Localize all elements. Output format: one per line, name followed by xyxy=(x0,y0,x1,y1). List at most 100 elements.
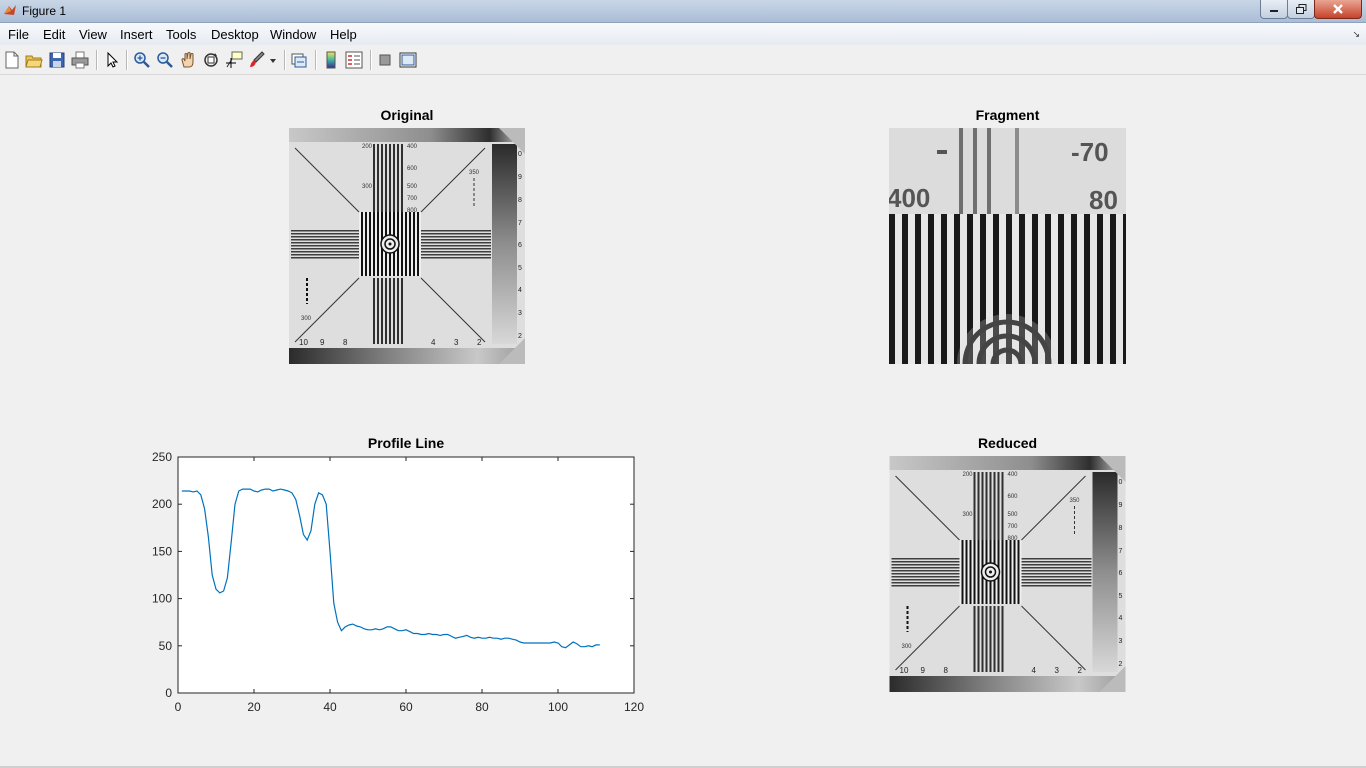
x-tick-label: 20 xyxy=(247,700,261,714)
original-scale-2: 2 xyxy=(477,338,482,347)
reduced-scale-9: 9 xyxy=(921,666,926,675)
reduced-side-0: 0 xyxy=(1119,479,1123,486)
restore-icon xyxy=(1295,4,1306,14)
open-file-icon[interactable] xyxy=(25,51,43,69)
print-icon[interactable] xyxy=(71,51,89,69)
original-side-2: 2 xyxy=(518,333,522,340)
close-button[interactable] xyxy=(1314,0,1362,19)
menu-help[interactable]: Help xyxy=(330,27,357,42)
original-label-200: 200 xyxy=(362,144,373,150)
reduced-label-200: 200 xyxy=(963,472,974,478)
original-side-9: 9 xyxy=(518,174,522,181)
original-label-300-bottom: 300 xyxy=(301,316,312,322)
reduced-side-6: 6 xyxy=(1119,570,1123,577)
fragment-label-70: -70 xyxy=(1071,137,1109,167)
brush-dropdown-icon[interactable] xyxy=(268,51,278,69)
x-tick-label: 120 xyxy=(624,700,644,714)
original-label-800: 800 xyxy=(407,208,418,214)
original-scale-4: 4 xyxy=(431,338,436,347)
hide-plot-tools-icon[interactable] xyxy=(376,51,394,69)
new-figure-icon[interactable] xyxy=(3,51,21,69)
pan-hand-icon[interactable] xyxy=(179,51,197,69)
original-label-350: 350 xyxy=(469,170,480,176)
menu-edit[interactable]: Edit xyxy=(43,27,65,42)
menu-tools[interactable]: Tools xyxy=(166,27,196,42)
reduced-label-500: 500 xyxy=(1008,512,1019,518)
window-title: Figure 1 xyxy=(22,4,67,18)
x-tick-label: 40 xyxy=(323,700,337,714)
y-tick-label: 200 xyxy=(152,497,172,511)
original-label-600: 600 xyxy=(407,166,418,172)
menu-window[interactable]: Window xyxy=(270,27,316,42)
colorbar-icon[interactable] xyxy=(322,51,340,69)
original-side-4: 4 xyxy=(518,287,522,294)
original-side-7: 7 xyxy=(518,220,522,227)
reduced-scale-4: 4 xyxy=(1032,666,1037,675)
reduced-side-9: 9 xyxy=(1119,502,1123,509)
reduced-title: Reduced xyxy=(977,435,1038,451)
reduced-label-800: 800 xyxy=(1008,536,1019,542)
fragment-image[interactable]: 400 -70 80 xyxy=(889,128,1126,364)
original-label-700: 700 xyxy=(407,196,418,202)
figure-toolbar xyxy=(0,46,1366,75)
reduced-label-600: 600 xyxy=(1008,494,1019,500)
reduced-label-400: 400 xyxy=(1008,472,1019,478)
zoom-in-icon[interactable] xyxy=(133,51,151,69)
y-tick-label: 50 xyxy=(159,639,173,653)
maximize-button[interactable] xyxy=(1287,0,1315,19)
reduced-side-5: 5 xyxy=(1119,593,1123,600)
original-label-500: 500 xyxy=(407,184,418,190)
reduced-side-8: 8 xyxy=(1119,525,1123,532)
reduced-side-3: 3 xyxy=(1119,638,1123,645)
reduced-image[interactable]: 200 400 600 500 700 800 300 350 300 10 9… xyxy=(889,456,1126,692)
reduced-scale-8: 8 xyxy=(944,666,949,675)
menu-desktop[interactable]: Desktop xyxy=(211,27,259,42)
y-tick-label: 100 xyxy=(152,592,172,606)
reduced-side-2: 2 xyxy=(1119,661,1123,668)
y-tick-label: 0 xyxy=(165,686,172,700)
x-tick-label: 80 xyxy=(475,700,489,714)
reduced-scale-3: 3 xyxy=(1055,666,1060,675)
profile-line-chart[interactable]: 0 20 40 60 80 100 120 0 50 100 150 200 250 xyxy=(140,447,660,722)
x-tick-label: 60 xyxy=(399,700,413,714)
reduced-side-4: 4 xyxy=(1119,615,1123,622)
x-tick-label: 0 xyxy=(175,700,182,714)
reduced-label-700: 700 xyxy=(1008,524,1019,530)
original-side-5: 5 xyxy=(518,265,522,272)
original-side-0: 0 xyxy=(518,151,522,158)
fragment-label-400: 400 xyxy=(889,183,930,213)
reduced-label-300: 300 xyxy=(963,512,974,518)
reduced-scale-2: 2 xyxy=(1078,666,1083,675)
dock-figure-icon[interactable]: ↘ xyxy=(1352,29,1360,40)
window-title-bar[interactable]: Figure 1 xyxy=(0,0,1366,23)
plot-area[interactable] xyxy=(177,456,635,694)
x-tick-label: 100 xyxy=(548,700,568,714)
original-scale-8: 8 xyxy=(343,338,348,347)
menu-insert[interactable]: Insert xyxy=(120,27,153,42)
legend-icon[interactable] xyxy=(345,51,363,69)
rotate-3d-icon[interactable] xyxy=(202,51,220,69)
reduced-scale-10: 10 xyxy=(900,666,909,675)
original-scale-10: 10 xyxy=(299,338,308,347)
original-side-8: 8 xyxy=(518,197,522,204)
link-plot-icon[interactable] xyxy=(290,51,308,69)
close-icon xyxy=(1333,4,1343,14)
original-image[interactable]: 200 400 600 500 700 800 300 350 300 10 9… xyxy=(289,128,525,364)
original-side-3: 3 xyxy=(518,310,522,317)
menu-view[interactable]: View xyxy=(79,27,107,42)
y-tick-label: 250 xyxy=(152,450,172,464)
y-tick-label: 150 xyxy=(152,544,172,558)
original-side-6: 6 xyxy=(518,242,522,249)
data-cursor-icon[interactable] xyxy=(225,51,243,69)
original-label-400: 400 xyxy=(407,144,418,150)
brush-icon[interactable] xyxy=(248,51,266,69)
minimize-button[interactable] xyxy=(1260,0,1288,19)
original-label-300: 300 xyxy=(362,184,373,190)
minimize-icon xyxy=(1270,10,1278,12)
select-arrow-icon[interactable] xyxy=(103,51,121,69)
zoom-out-icon[interactable] xyxy=(156,51,174,69)
original-scale-3: 3 xyxy=(454,338,459,347)
save-icon[interactable] xyxy=(48,51,66,69)
show-plot-tools-icon[interactable] xyxy=(399,51,417,69)
menu-file[interactable]: File xyxy=(8,27,29,42)
